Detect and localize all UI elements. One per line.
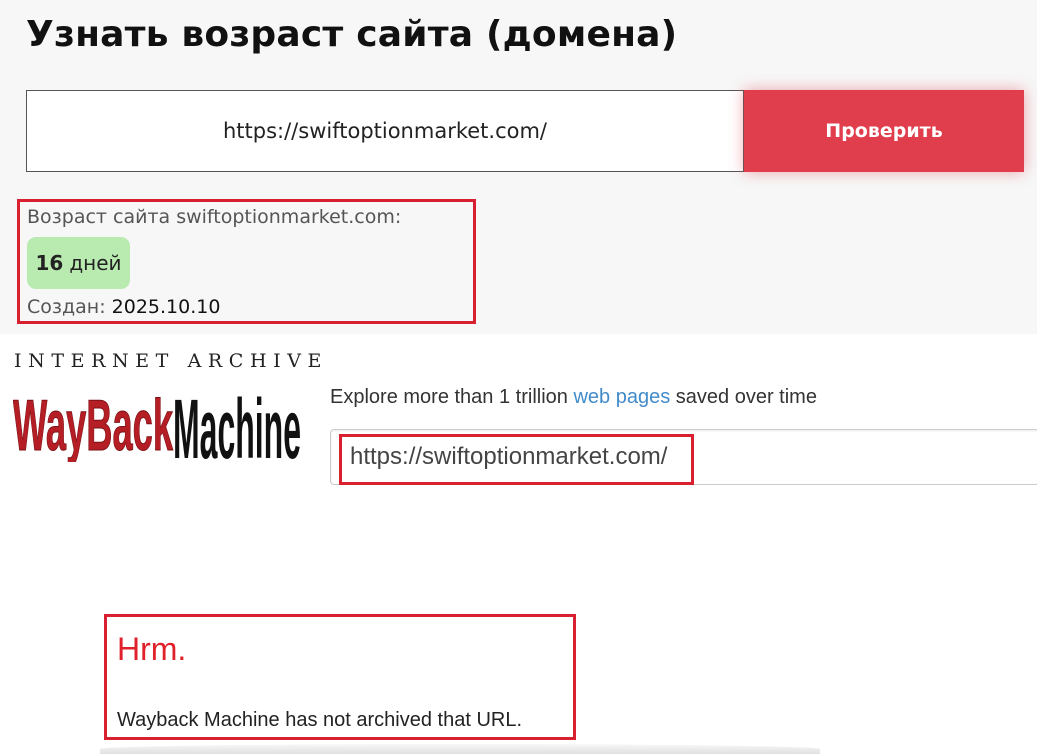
age-number: 16	[35, 251, 64, 275]
age-unit: дней	[69, 251, 122, 275]
explore-prefix: Explore more than 1 trillion	[330, 386, 568, 408]
internet-archive-label: INTERNET ARCHIVE	[14, 350, 329, 372]
web-pages-link[interactable]: web pages	[573, 386, 670, 408]
logo-wayback-text: WayBack	[13, 386, 173, 462]
wayback-url-input[interactable]	[331, 430, 1037, 484]
logo-machine-text: Machine	[173, 382, 301, 462]
explore-tagline: Explore more than 1 trillion web pages s…	[330, 386, 817, 409]
url-input[interactable]	[26, 90, 744, 172]
bottom-shadow	[100, 744, 820, 754]
age-label: Возраст сайта swiftoptionmarket.com:	[27, 206, 402, 228]
error-title: Hrm.	[117, 631, 187, 667]
wayback-search-box	[330, 429, 1037, 485]
age-result-highlight: Возраст сайта swiftoptionmarket.com: 16 …	[17, 199, 476, 324]
wayback-machine-logo[interactable]: WayBack Machine	[13, 380, 303, 462]
explore-suffix: saved over time	[675, 386, 817, 408]
not-archived-highlight: Hrm. Wayback Machine has not archived th…	[104, 614, 576, 740]
created-date: 2025.10.10	[111, 296, 221, 318]
created-row: Создан: 2025.10.10	[27, 296, 220, 318]
age-badge: 16 дней	[27, 237, 130, 289]
created-label: Создан:	[27, 296, 106, 318]
page-title: Узнать возраст сайта (домена)	[26, 14, 678, 55]
check-button[interactable]: Проверить	[744, 90, 1024, 172]
age-checker-panel: Узнать возраст сайта (домена) Проверить …	[0, 0, 1037, 334]
error-message: Wayback Machine has not archived that UR…	[117, 709, 523, 731]
